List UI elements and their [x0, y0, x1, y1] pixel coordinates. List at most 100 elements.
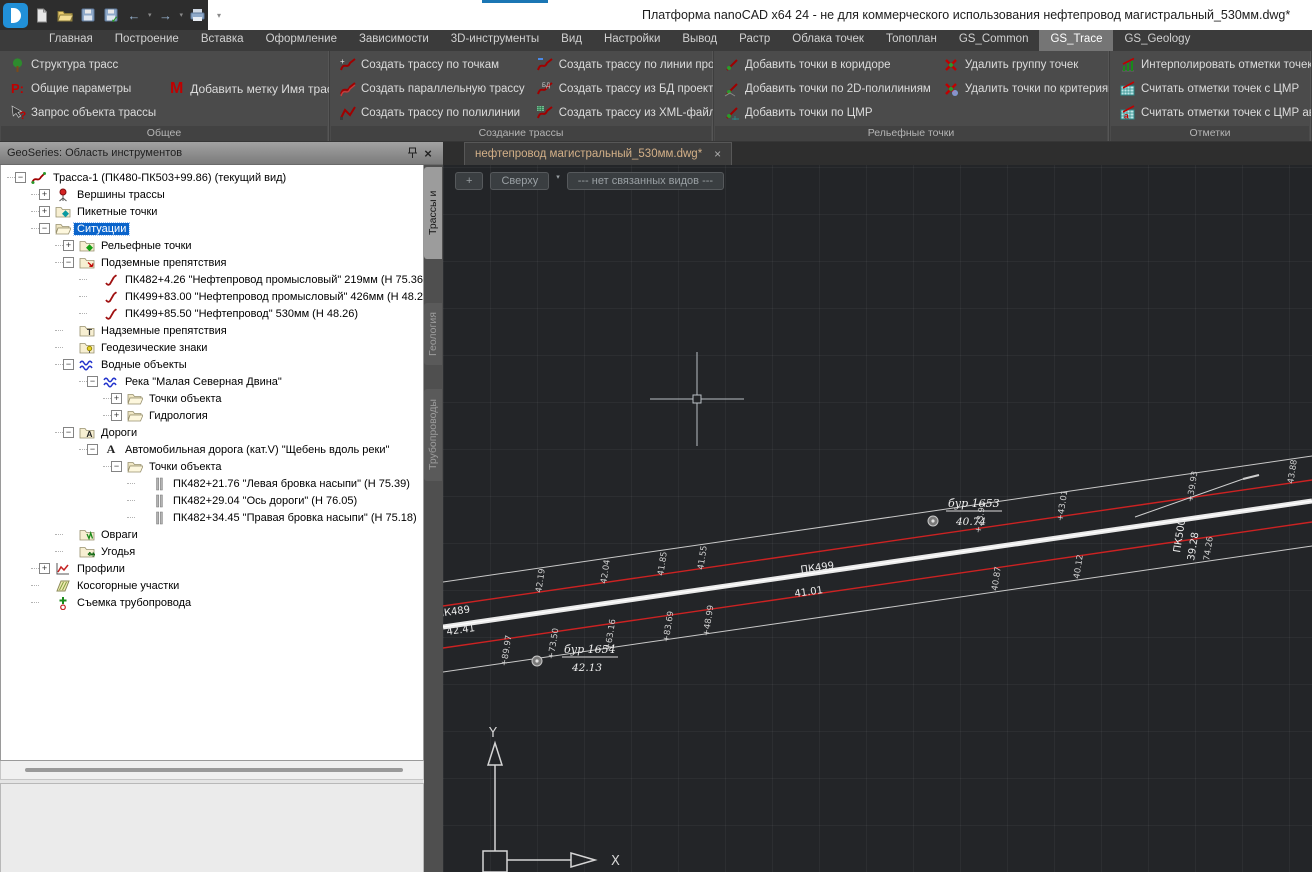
pin-icon[interactable] — [404, 146, 420, 160]
ribbon-tab-Вывод[interactable]: Вывод — [671, 30, 728, 51]
ribbon-button[interactable]: P: Общие параметры — [6, 77, 159, 100]
expand-icon[interactable]: + — [111, 410, 122, 421]
ribbon-button[interactable]: Считать отметки точек с ЦМР — [1116, 77, 1311, 100]
tree-item[interactable]: − Подземные препятствия — [1, 254, 423, 271]
ribbon-tab-Вид[interactable]: Вид — [550, 30, 593, 51]
tree-horizontal-scrollbar[interactable] — [0, 761, 424, 780]
collapse-icon[interactable]: − — [87, 376, 98, 387]
linked-views-button[interactable]: --- нет связанных видов --- — [566, 172, 725, 190]
side-tab-Геология[interactable]: Геология — [424, 303, 442, 365]
ribbon-button[interactable]: a Считать отметки точек с ЦМР авто — [1116, 101, 1311, 124]
window-title: Платформа nanoCAD x64 24 - не для коммер… — [642, 8, 1291, 22]
ribbon-button[interactable]: Создать трассу по линии профиля — [534, 53, 713, 76]
tree-item[interactable]: Овраги — [1, 526, 423, 543]
collapse-icon[interactable]: − — [39, 223, 50, 234]
tree-item[interactable]: − A Автомобильная дорога (кат.V) "Щебень в… — [1, 441, 423, 458]
tree-item[interactable]: + Гидрология — [1, 407, 423, 424]
ribbon-tab-Главная[interactable]: Главная — [38, 30, 104, 51]
print-icon[interactable] — [188, 5, 206, 25]
redo-dropdown-icon[interactable]: ▾ — [180, 11, 184, 19]
tree-item[interactable]: − Точки объекта — [1, 458, 423, 475]
save-icon[interactable] — [79, 5, 97, 25]
ribbon-button[interactable]: Удалить группу точек — [940, 53, 1109, 76]
tree-item[interactable]: + Точки объекта — [1, 390, 423, 407]
scrollbar-thumb[interactable] — [25, 768, 403, 772]
ribbon-button[interactable]: Создать трассу по полилинии — [336, 101, 528, 124]
ribbon-button[interactable]: БД Создать трассу из БД проекта — [534, 77, 713, 100]
tree-item[interactable]: ♣♣ Угодья — [1, 543, 423, 560]
tree-item[interactable]: − A Дороги — [1, 424, 423, 441]
ribbon-button[interactable]: Создать параллельную трассу — [336, 77, 528, 100]
view-direction-button[interactable]: Сверху — [490, 172, 550, 190]
tree-item-label: Подземные препятствия — [101, 256, 227, 269]
close-palette-icon[interactable]: × — [420, 146, 436, 161]
tree-item[interactable]: − Ситуации — [1, 220, 423, 237]
ribbon-button[interactable]: Интерполировать отметки точек — [1116, 53, 1311, 76]
expand-icon[interactable]: + — [63, 240, 74, 251]
ribbon-tab-3D-инструменты[interactable]: 3D-инструменты — [440, 30, 550, 51]
tree-item[interactable]: + Вершины трассы — [1, 186, 423, 203]
collapse-icon[interactable]: − — [63, 257, 74, 268]
ribbon-button[interactable]: Удалить точки по критериям — [940, 77, 1109, 100]
document-tab[interactable]: нефтепровод магистральный_530мм.dwg* × — [464, 142, 733, 165]
tree-item[interactable]: − Трасса-1 (ПК480-ПК503+99.86) (текущий в… — [1, 169, 423, 186]
ribbon-tab-GS_Common[interactable]: GS_Common — [948, 30, 1040, 51]
collapse-icon[interactable]: − — [111, 461, 122, 472]
expand-icon[interactable]: + — [39, 206, 50, 217]
ribbon-button[interactable]: Добавить точки в коридоре — [720, 53, 934, 76]
ribbon-button[interactable]: Добавить точки по ЦМР — [720, 101, 934, 124]
tree-item[interactable]: ПК482+21.76 "Левая бровка насыпи" (Н 75.… — [1, 475, 423, 492]
ribbon-tab-GS_Geology[interactable]: GS_Geology — [1113, 30, 1201, 51]
ribbon-tab-Топоплан[interactable]: Топоплан — [875, 30, 948, 51]
ribbon-tab-Настройки[interactable]: Настройки — [593, 30, 671, 51]
tree-item[interactable]: T Надземные препятствия — [1, 322, 423, 339]
ribbon-tab-Построение[interactable]: Построение — [104, 30, 190, 51]
tree-item[interactable]: − Река "Малая Северная Двина" — [1, 373, 423, 390]
ribbon-button[interactable]: Добавить точки по 2D-полилиниям — [720, 77, 934, 100]
ribbon-button[interactable]: Создать трассу из XML-файла — [534, 101, 713, 124]
view-dropdown-icon[interactable]: ▾ — [556, 173, 560, 181]
redo-icon[interactable]: → — [157, 5, 175, 25]
open-file-icon[interactable] — [56, 5, 74, 25]
tree-item[interactable]: + ◆ Пикетные точки — [1, 203, 423, 220]
expand-icon[interactable]: + — [111, 393, 122, 404]
ribbon-tab-Вставка[interactable]: Вставка — [190, 30, 255, 51]
ribbon-tab-Растр[interactable]: Растр — [728, 30, 781, 51]
tree-item[interactable]: Косогорные участки — [1, 577, 423, 594]
expand-icon[interactable]: + — [39, 563, 50, 574]
toolbar-options-icon[interactable]: ▾ — [217, 11, 221, 20]
tree-item[interactable]: − Водные объекты — [1, 356, 423, 373]
collapse-icon[interactable]: − — [15, 172, 26, 183]
expand-icon[interactable]: + — [39, 189, 50, 200]
ribbon-tab-GS_Trace[interactable]: GS_Trace — [1039, 30, 1114, 51]
tree-item-label: Гидрология — [149, 409, 208, 422]
collapse-icon[interactable]: − — [63, 427, 74, 438]
new-file-icon[interactable] — [33, 5, 51, 25]
collapse-icon[interactable]: − — [63, 359, 74, 370]
side-tab-Трубопроводы[interactable]: Трубопроводы — [424, 389, 442, 481]
drawing-canvas[interactable]: + Сверху ▾ --- нет связанных видов --- Y… — [443, 165, 1312, 872]
tree-item[interactable]: Геодезические знаки — [1, 339, 423, 356]
ribbon-tab-Облака точек[interactable]: Облака точек — [781, 30, 875, 51]
tree-item[interactable]: + ◆ Рельефные точки — [1, 237, 423, 254]
save-all-icon[interactable]: ✓ — [102, 5, 120, 25]
ribbon-button[interactable]: Структура трасс — [6, 53, 159, 76]
tree-item[interactable]: ПК482+4.26 "Нефтепровод промысловый" 219… — [1, 271, 423, 288]
tree-item[interactable]: ПК499+85.50 "Нефтепровод" 530мм (Н 48.26… — [1, 305, 423, 322]
undo-icon[interactable]: ← — [125, 5, 143, 25]
side-tab-Трассы и Профили[interactable]: Трассы и Профили — [424, 167, 457, 259]
ribbon-button[interactable]: + Создать трассу по точкам — [336, 53, 528, 76]
collapse-icon[interactable]: − — [87, 444, 98, 455]
ribbon-button[interactable]: M Добавить метку Имя трассы — [165, 78, 329, 101]
tree-item[interactable]: ПК499+83.00 "Нефтепровод промысловый" 42… — [1, 288, 423, 305]
undo-dropdown-icon[interactable]: ▾ — [148, 11, 152, 19]
ribbon-tab-Зависимости[interactable]: Зависимости — [348, 30, 440, 51]
tree-item[interactable]: + Профили — [1, 560, 423, 577]
ribbon-button[interactable]: ? Запрос объекта трассы — [6, 101, 159, 124]
close-document-icon[interactable]: × — [714, 147, 721, 161]
ribbon-tab-Оформление[interactable]: Оформление — [255, 30, 348, 51]
tree-item[interactable]: Съемка трубопровода — [1, 594, 423, 611]
add-viewport-button[interactable]: + — [455, 172, 484, 190]
tree-item[interactable]: ПК482+34.45 "Правая бровка насыпи" (Н 75… — [1, 509, 423, 526]
tree-item[interactable]: ПК482+29.04 "Ось дороги" (Н 76.05) — [1, 492, 423, 509]
